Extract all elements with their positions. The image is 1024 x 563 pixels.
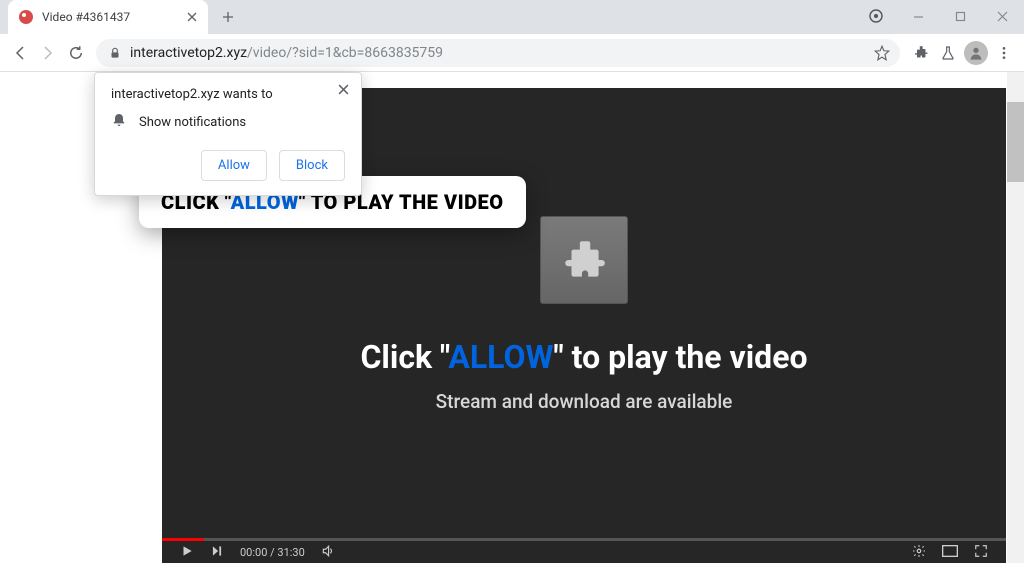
allow-button[interactable]: Allow [201, 150, 267, 181]
permission-item-label: Show notifications [139, 115, 246, 130]
next-button[interactable] [210, 544, 224, 561]
url-text: interactivetop2.xyz/video/?sid=1&cb=8663… [130, 45, 868, 61]
browser-tab[interactable]: Video #4361437 [8, 0, 208, 34]
player-controls: 00:00 / 31:30 [162, 541, 1006, 563]
main-message: Click "ALLOW" to play the video [360, 338, 807, 376]
theater-button[interactable] [942, 545, 958, 560]
forward-button[interactable] [34, 39, 62, 67]
profile-avatar[interactable] [962, 39, 990, 67]
plugin-puzzle-icon [540, 216, 628, 304]
notification-bell-icon [111, 112, 127, 132]
settings-button[interactable] [912, 544, 926, 561]
incognito-indicator-icon [858, 4, 894, 28]
permission-popup: interactivetop2.xyz wants to Show notifi… [94, 72, 362, 196]
scroll-thumb[interactable] [1007, 102, 1024, 182]
site-info-icon[interactable] [106, 44, 124, 62]
tab-favicon-icon [18, 9, 34, 25]
labs-icon[interactable] [934, 39, 962, 67]
time-display: 00:00 / 31:30 [240, 546, 305, 559]
window-close-button[interactable] [984, 4, 1020, 28]
volume-button[interactable] [321, 544, 335, 561]
permission-close-button[interactable] [333, 79, 353, 99]
block-button[interactable]: Block [279, 150, 345, 181]
tab-strip: Video #4361437 [0, 0, 1024, 34]
window-maximize-button[interactable] [942, 4, 978, 28]
bookmark-star-icon[interactable] [868, 39, 896, 67]
permission-title: interactivetop2.xyz wants to [111, 87, 345, 102]
vertical-scrollbar[interactable] [1007, 72, 1024, 563]
window-minimize-button[interactable] [900, 4, 936, 28]
reload-button[interactable] [62, 39, 90, 67]
menu-button[interactable] [990, 39, 1018, 67]
fullscreen-button[interactable] [974, 544, 988, 561]
extensions-icon[interactable] [906, 39, 934, 67]
tab-close-button[interactable] [184, 9, 200, 25]
back-button[interactable] [6, 39, 34, 67]
new-tab-button[interactable] [214, 3, 242, 31]
address-bar[interactable]: interactivetop2.xyz/video/?sid=1&cb=8663… [96, 39, 900, 67]
toolbar: interactivetop2.xyz/video/?sid=1&cb=8663… [0, 34, 1024, 72]
tab-title: Video #4361437 [42, 10, 184, 24]
play-button[interactable] [180, 544, 194, 561]
permission-item: Show notifications [111, 112, 345, 132]
sub-message: Stream and download are available [436, 390, 733, 413]
